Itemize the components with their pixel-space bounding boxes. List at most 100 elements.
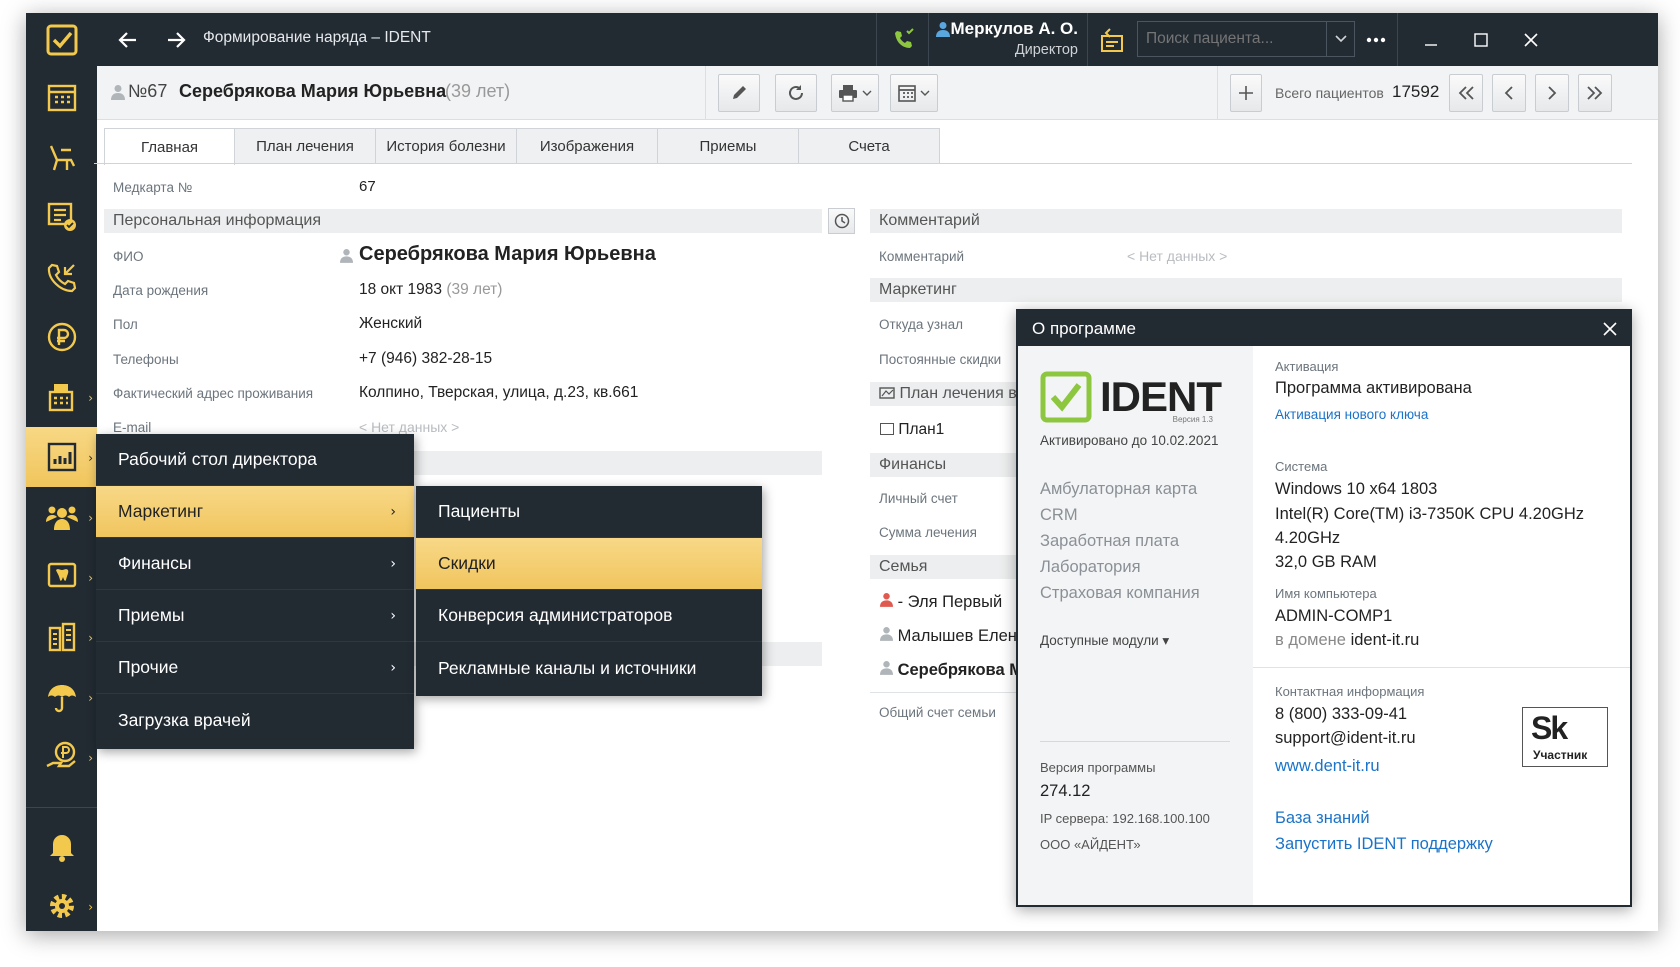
chevron-right-icon: ›: [88, 571, 93, 585]
menu-item-doctor-load[interactable]: Загрузка врачей: [96, 694, 414, 746]
edit-button[interactable]: [718, 74, 760, 112]
submenu-item-admin-conversion[interactable]: Конверсия администраторов: [416, 590, 762, 642]
menu-item-label: Скидки: [438, 553, 496, 573]
menu-item-finance[interactable]: Финансы ›: [96, 538, 414, 590]
schedule-button[interactable]: [890, 74, 938, 112]
activate-new-key-link[interactable]: Активация нового ключа: [1275, 407, 1428, 422]
sidebar-item-notifications[interactable]: [26, 816, 97, 876]
sidebar-item-dental[interactable]: ›: [26, 547, 97, 607]
server-ip: IP сервера: 192.168.100.100: [1040, 811, 1210, 826]
maximize-button[interactable]: [1456, 13, 1506, 66]
sidebar-item-dental-chair[interactable]: [26, 127, 97, 187]
dob-age: (39 лет): [446, 281, 503, 298]
module-item: CRM: [1040, 506, 1078, 524]
comment-value: < Нет данных >: [1127, 248, 1228, 264]
sidebar-item-settings[interactable]: ›: [26, 876, 97, 931]
chevron-left-icon: [1504, 86, 1513, 100]
chevron-right-icon: ›: [88, 900, 93, 914]
ident-check-logo-icon: [46, 24, 77, 55]
double-chevron-right-icon: [1587, 86, 1603, 100]
system-label: Система: [1275, 459, 1328, 474]
family-member[interactable]: Серебрякова М: [880, 660, 1023, 680]
forward-button[interactable]: [154, 13, 198, 66]
medcard-value: 67: [359, 178, 376, 195]
account-label: Личный счет: [879, 491, 958, 506]
launch-support-link[interactable]: Запустить IDENT поддержку: [1275, 835, 1493, 854]
search-dropdown-button[interactable]: [1326, 22, 1354, 56]
refresh-button[interactable]: [775, 74, 817, 112]
reception-button[interactable]: [1089, 13, 1135, 66]
sidebar-item-tasks[interactable]: [26, 187, 97, 247]
family-member[interactable]: - Эля Первый: [880, 592, 1002, 612]
plan-item[interactable]: План1: [880, 421, 944, 439]
tab-appointments[interactable]: Приемы: [657, 128, 799, 164]
reception-desk-icon: [1101, 27, 1123, 52]
patient-search[interactable]: [1137, 21, 1355, 57]
sidebar-item-schedule[interactable]: [26, 67, 97, 127]
first-patient-button[interactable]: [1449, 74, 1483, 112]
plus-icon: [1239, 86, 1253, 100]
tab-images[interactable]: Изображения: [516, 128, 658, 164]
reports-menu: Рабочий стол директора Маркетинг › Финанс…: [96, 434, 414, 749]
menu-item-other[interactable]: Прочие ›: [96, 642, 414, 694]
next-patient-button[interactable]: [1535, 74, 1569, 112]
sidebar-item-payments[interactable]: [26, 307, 97, 367]
about-close-button[interactable]: [1596, 315, 1624, 343]
history-button[interactable]: [828, 208, 855, 234]
computer-name-label: Имя компьютера: [1275, 586, 1377, 601]
discounts-label: Постоянные скидки: [879, 352, 1002, 367]
tooth-screen-icon: [47, 562, 76, 588]
sidebar-item-clinic[interactable]: ›: [26, 607, 97, 667]
checkbox-icon[interactable]: [880, 423, 894, 435]
chevron-down-icon: [920, 90, 930, 96]
menu-item-director-desktop[interactable]: Рабочий стол директора: [96, 434, 414, 486]
user-info[interactable]: Меркулов А. О. Директор: [934, 17, 1084, 63]
knowledge-base-link[interactable]: База знаний: [1275, 809, 1370, 828]
sidebar-item-insurance[interactable]: ›: [26, 667, 97, 727]
minimize-button[interactable]: [1406, 13, 1456, 66]
user-name: Меркулов А. О.: [950, 19, 1078, 38]
tab-medical-history[interactable]: История болезни: [375, 128, 517, 164]
app-logo[interactable]: [26, 13, 97, 66]
submenu-item-patients[interactable]: Пациенты: [416, 486, 762, 538]
tab-treatment-plan[interactable]: План лечения: [234, 128, 376, 164]
minimize-icon: [1425, 43, 1437, 46]
add-patient-button[interactable]: [1230, 74, 1262, 112]
patient-number: №67: [128, 81, 168, 101]
family-member[interactable]: Малышев Елен: [880, 626, 1017, 646]
address-value: Колпино, Тверская, улица, д.23, кв.661: [359, 384, 639, 401]
last-patient-button[interactable]: [1578, 74, 1612, 112]
fio-label: ФИО: [113, 249, 144, 264]
print-button[interactable]: [831, 74, 879, 112]
menu-item-appointments[interactable]: Приемы ›: [96, 590, 414, 642]
module-item: Лаборатория: [1040, 558, 1141, 576]
tab-main[interactable]: Главная: [104, 128, 235, 165]
menu-item-marketing[interactable]: Маркетинг ›: [96, 486, 414, 538]
prev-patient-button[interactable]: [1492, 74, 1526, 112]
chevron-right-icon: [1548, 86, 1557, 100]
activation-label: Активация: [1275, 359, 1339, 374]
system-cpu-freq: 4.20GHz: [1275, 529, 1341, 547]
website-link[interactable]: www.dent-it.ru: [1275, 757, 1380, 776]
sidebar-item-staff[interactable]: ›: [26, 487, 97, 547]
tab-invoices[interactable]: Счета: [798, 128, 940, 164]
modules-dropdown[interactable]: Доступные модули ▾: [1040, 633, 1169, 649]
close-button[interactable]: [1506, 13, 1556, 66]
sidebar-item-reports[interactable]: ›: [26, 427, 97, 487]
chevron-right-icon: ›: [88, 631, 93, 645]
cash-register-icon: [48, 384, 73, 412]
sidebar-item-cash-register[interactable]: ›: [26, 367, 97, 427]
submenu-item-discounts[interactable]: Скидки: [416, 538, 762, 590]
sidebar-item-salary[interactable]: ›: [26, 727, 97, 787]
double-chevron-left-icon: [1458, 86, 1474, 100]
sidebar-item-calls[interactable]: [26, 247, 97, 307]
menu-item-label: Рабочий стол директора: [118, 449, 318, 469]
user-role: Директор: [1014, 42, 1078, 58]
submenu-item-ad-channels[interactable]: Рекламные каналы и источники: [416, 642, 762, 694]
incoming-call-icon: [47, 263, 76, 293]
back-button[interactable]: [106, 13, 150, 66]
search-input[interactable]: [1138, 22, 1324, 56]
person-red-icon: [880, 593, 893, 607]
phone-button[interactable]: [881, 13, 927, 66]
more-button[interactable]: [1358, 13, 1394, 66]
